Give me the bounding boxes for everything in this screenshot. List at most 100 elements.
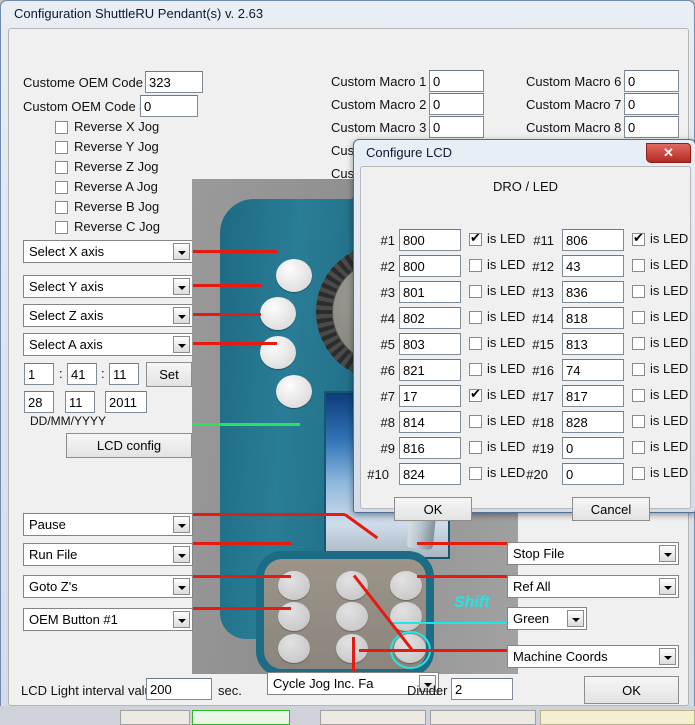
- dro-row-9-input[interactable]: 816: [399, 437, 461, 459]
- ref-all-combo[interactable]: Ref All: [507, 575, 679, 598]
- dro-row-8-is-led-checkbox[interactable]: [469, 415, 482, 428]
- custom-macro-8-input[interactable]: 0: [624, 116, 679, 138]
- dro-row-4-is-led-checkbox[interactable]: [469, 311, 482, 324]
- dro-row-18-is-led-checkbox[interactable]: [632, 415, 645, 428]
- custom-macro-1-input[interactable]: 0: [429, 70, 484, 92]
- goto-z-combo[interactable]: Goto Z's: [23, 575, 193, 598]
- custom-macro-2-input[interactable]: 0: [429, 93, 484, 115]
- chevron-down-icon[interactable]: [173, 578, 190, 595]
- lcd-config-button[interactable]: LCD config: [66, 433, 192, 458]
- main-ok-button[interactable]: OK: [584, 676, 679, 704]
- dro-row-1-input[interactable]: 800: [399, 229, 461, 251]
- dialog-ok-button[interactable]: OK: [394, 497, 472, 521]
- dro-row-7-is-led-checkbox[interactable]: [469, 389, 482, 402]
- dro-row-12-is-led-checkbox[interactable]: [632, 259, 645, 272]
- dro-row-7-input[interactable]: 17: [399, 385, 461, 407]
- pendant-button-a[interactable]: [276, 375, 312, 408]
- chevron-down-icon[interactable]: [173, 307, 190, 324]
- dro-row-20-input[interactable]: 0: [562, 463, 624, 485]
- minute-input[interactable]: 41: [67, 363, 97, 385]
- chevron-down-icon[interactable]: [659, 545, 676, 562]
- keypad-button-7[interactable]: [278, 634, 310, 663]
- hour-input[interactable]: 1: [24, 363, 54, 385]
- oem-button-1-combo[interactable]: OEM Button #1: [23, 608, 193, 631]
- dro-row-19-input[interactable]: 0: [562, 437, 624, 459]
- month-input[interactable]: 11: [65, 391, 95, 413]
- chevron-down-icon[interactable]: [659, 648, 676, 665]
- divider-input[interactable]: 2: [451, 678, 513, 700]
- pendant-button-y[interactable]: [260, 297, 296, 330]
- dro-row-15-is-led-checkbox[interactable]: [632, 337, 645, 350]
- year-input[interactable]: 2011: [105, 391, 147, 413]
- reverse-c-jog-checkbox[interactable]: [55, 221, 68, 234]
- dro-row-11-is-led-checkbox[interactable]: [632, 233, 645, 246]
- custom-macro-7-input[interactable]: 0: [624, 93, 679, 115]
- dro-row-19-is-led-checkbox[interactable]: [632, 441, 645, 454]
- chevron-down-icon[interactable]: [659, 578, 676, 595]
- dro-row-10-is-led-checkbox[interactable]: [469, 467, 482, 480]
- dialog-cancel-button[interactable]: Cancel: [572, 497, 650, 521]
- dro-row-20-is-led-checkbox[interactable]: [632, 467, 645, 480]
- reverse-b-jog-checkbox[interactable]: [55, 201, 68, 214]
- dro-row-12-input[interactable]: 43: [562, 255, 624, 277]
- reverse-a-jog-checkbox[interactable]: [55, 181, 68, 194]
- dro-row-4-input[interactable]: 802: [399, 307, 461, 329]
- chevron-down-icon[interactable]: [567, 610, 584, 627]
- set-time-button[interactable]: Set: [146, 362, 192, 387]
- dro-row-17-input[interactable]: 817: [562, 385, 624, 407]
- dro-row-8-input[interactable]: 814: [399, 411, 461, 433]
- custom-macro-6-input[interactable]: 0: [624, 70, 679, 92]
- select-x-axis-combo[interactable]: Select X axis: [23, 240, 193, 263]
- dro-row-13-input[interactable]: 836: [562, 281, 624, 303]
- dro-row-14-input[interactable]: 818: [562, 307, 624, 329]
- dro-row-13-is-led-checkbox[interactable]: [632, 285, 645, 298]
- select-y-axis-combo[interactable]: Select Y axis: [23, 275, 193, 298]
- reverse-x-jog-checkbox[interactable]: [55, 121, 68, 134]
- dro-row-14-is-led-checkbox[interactable]: [632, 311, 645, 324]
- dro-row-16-is-led-checkbox[interactable]: [632, 363, 645, 376]
- chevron-down-icon[interactable]: [173, 336, 190, 353]
- dro-row-18-input[interactable]: 828: [562, 411, 624, 433]
- chevron-down-icon[interactable]: [173, 243, 190, 260]
- day-input[interactable]: 28: [24, 391, 54, 413]
- chevron-down-icon[interactable]: [173, 611, 190, 628]
- chevron-down-icon[interactable]: [173, 546, 190, 563]
- dro-row-2-is-led-checkbox[interactable]: [469, 259, 482, 272]
- reverse-z-jog-checkbox[interactable]: [55, 161, 68, 174]
- dro-row-17-is-led-checkbox[interactable]: [632, 389, 645, 402]
- oem-code-2-input[interactable]: 0: [140, 95, 198, 117]
- lcd-light-interval-input[interactable]: 200: [146, 678, 212, 700]
- dro-row-10-input[interactable]: 824: [399, 463, 461, 485]
- pendant-button-z[interactable]: [260, 336, 296, 369]
- machine-coords-combo[interactable]: Machine Coords: [507, 645, 679, 668]
- chevron-down-icon[interactable]: [173, 516, 190, 533]
- dro-row-16-input[interactable]: 74: [562, 359, 624, 381]
- reverse-y-jog-checkbox[interactable]: [55, 141, 68, 154]
- dro-row-18-is-led-label: is LED: [650, 413, 688, 428]
- dro-row-11-input[interactable]: 806: [562, 229, 624, 251]
- dro-row-5-input[interactable]: 803: [399, 333, 461, 355]
- second-input[interactable]: 11: [109, 363, 139, 385]
- dro-row-3-input[interactable]: 801: [399, 281, 461, 303]
- reverse-z-jog-label: Reverse Z Jog: [74, 159, 159, 174]
- oem-code-1-input[interactable]: 323: [145, 71, 203, 93]
- dro-row-1-is-led-checkbox[interactable]: [469, 233, 482, 246]
- dro-row-6-is-led-checkbox[interactable]: [469, 363, 482, 376]
- custom-macro-3-input[interactable]: 0: [429, 116, 484, 138]
- dro-row-15-input[interactable]: 813: [562, 333, 624, 355]
- dro-row-9-is-led-checkbox[interactable]: [469, 441, 482, 454]
- dro-row-3-is-led-checkbox[interactable]: [469, 285, 482, 298]
- chevron-down-icon[interactable]: [173, 278, 190, 295]
- green-combo[interactable]: Green: [507, 607, 587, 630]
- select-z-axis-combo[interactable]: Select Z axis: [23, 304, 193, 327]
- pendant-button-x[interactable]: [276, 259, 312, 292]
- select-a-axis-combo[interactable]: Select A axis: [23, 333, 193, 356]
- stop-file-combo[interactable]: Stop File: [507, 542, 679, 565]
- dro-row-2-input[interactable]: 800: [399, 255, 461, 277]
- keypad-button-5[interactable]: [336, 602, 368, 631]
- close-icon[interactable]: ✕: [646, 143, 691, 163]
- pause-combo[interactable]: Pause: [23, 513, 193, 536]
- dro-row-6-input[interactable]: 821: [399, 359, 461, 381]
- dro-row-5-is-led-checkbox[interactable]: [469, 337, 482, 350]
- run-file-combo[interactable]: Run File: [23, 543, 193, 566]
